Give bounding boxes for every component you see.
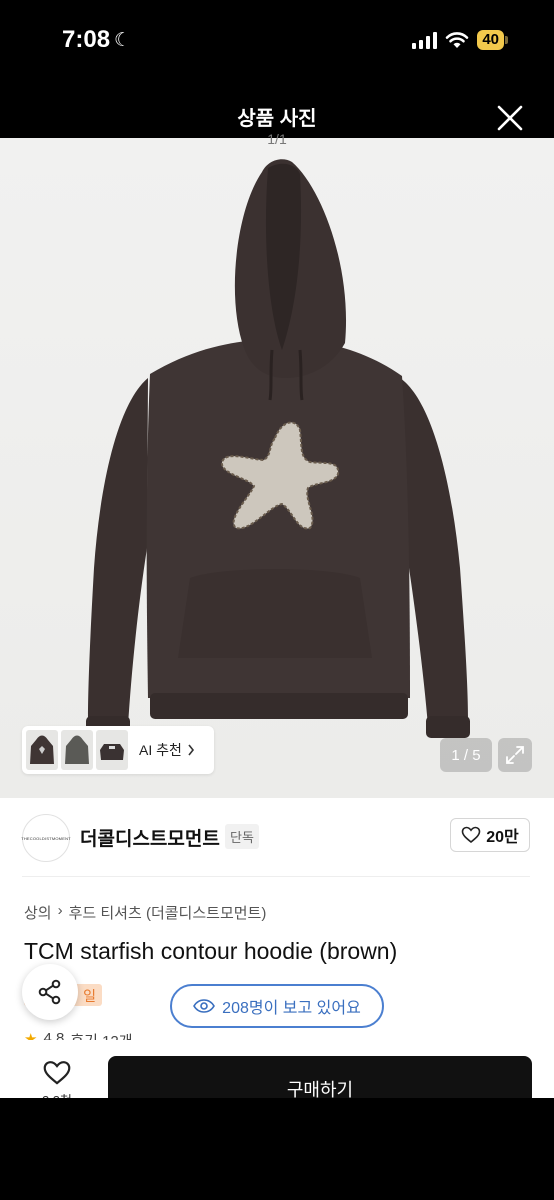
battery-icon: 40 [477,30,508,50]
chevron-right-icon: › [57,902,63,919]
viewers-text: 208명이 보고 있어요 [222,1000,361,1017]
breadcrumb: 상의 › 후드 티셔츠 (더콜디스트모먼트) [24,902,266,923]
expand-image-button[interactable] [498,738,532,772]
hoodie-image [86,159,470,738]
ai-recommend-text: AI 추천 [139,742,182,758]
status-bar: 7:08 ☾ 40 [0,0,554,84]
brand-logo[interactable]: THECOOLDISTMOMENT [21,814,71,862]
heart-icon [43,1061,71,1085]
heart-icon [461,826,481,844]
divider [22,876,530,877]
brand-like-count: 20만 [486,829,519,846]
wifi-icon [446,32,469,48]
clock-text: 7:08 [62,26,111,53]
product-title: TCM starfish contour hoodie (brown) [24,938,398,964]
battery-level: 40 [477,30,504,50]
brand-logo-text: THECOOLDISTMOMENT [21,835,71,841]
chevron-right-icon [188,744,194,756]
bottom-action-bar: 2.3천 구매하기 [0,1040,554,1116]
viewer-title: 상품 사진 [237,108,317,130]
recommend-thumbnail[interactable] [96,730,128,770]
share-icon [38,979,61,1005]
brand-like-button[interactable]: 20만 [450,818,530,852]
recommend-thumbnail[interactable] [26,730,58,770]
exclusive-tag: 단독 [225,824,259,849]
brand-name[interactable]: 더콜디스트모먼트 [80,824,220,851]
ai-recommend-label: AI 추천 [139,740,195,760]
ai-recommend-button[interactable]: AI 추천 [22,726,214,774]
photo-viewer-header: 상품 사진 1/1 [0,84,554,147]
recommend-thumbnail[interactable] [61,730,93,770]
viewer-page-counter: 1/1 [267,131,287,147]
status-indicators: 40 [412,30,508,50]
product-photo[interactable]: AI 추천 1 / 5 [0,138,554,798]
share-button[interactable] [22,964,78,1020]
image-counter: 1 / 5 [440,738,492,772]
breadcrumb-item[interactable]: 상의 [24,902,52,923]
close-icon[interactable] [496,104,524,132]
eye-icon [193,999,216,1013]
cellular-signal-icon [412,31,438,49]
viewers-indicator: 208명이 보고 있어요 [170,984,384,1028]
breadcrumb-item[interactable]: 후드 티셔츠 (더콜디스트모먼트) [69,902,267,923]
status-time: 7:08 ☾ [62,26,131,54]
bottom-overlay [0,1098,554,1200]
moon-icon: ☾ [114,29,132,51]
expand-icon [506,746,524,764]
